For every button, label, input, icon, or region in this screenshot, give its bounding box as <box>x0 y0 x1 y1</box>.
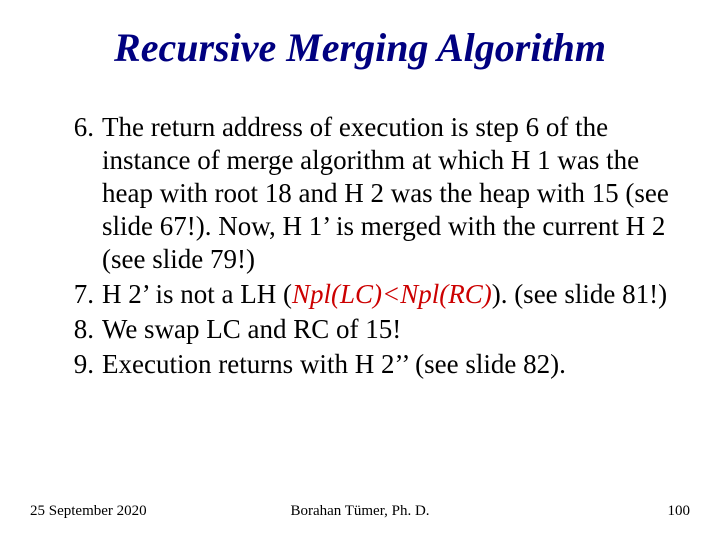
slide-body: The return address of execution is step … <box>0 81 720 381</box>
footer: 25 September 2020 Borahan Tümer, Ph. D. … <box>0 503 720 520</box>
list-item-text: We swap LC and RC of 15! <box>102 314 401 344</box>
slide-title: Recursive Merging Algorithm <box>0 0 720 81</box>
list-item-text-post: ). (see slide 81!) <box>492 279 667 309</box>
list-item: H 2’ is not a LH (Npl(LC)<Npl(RC)). (see… <box>102 278 680 311</box>
footer-date: 25 September 2020 <box>30 503 250 520</box>
list-item-text: The return address of execution is step … <box>102 112 669 274</box>
list-item-text: Execution returns with H 2’’ (see slide … <box>102 349 566 379</box>
list-item-text-red: Npl(LC)<Npl(RC) <box>292 279 492 309</box>
footer-page-number: 100 <box>470 503 690 520</box>
list-item: Execution returns with H 2’’ (see slide … <box>102 348 680 381</box>
footer-author: Borahan Tümer, Ph. D. <box>250 503 470 520</box>
numbered-list: The return address of execution is step … <box>40 111 680 381</box>
list-item-text-pre: H 2’ is not a LH ( <box>102 279 292 309</box>
list-item: We swap LC and RC of 15! <box>102 313 680 346</box>
slide: Recursive Merging Algorithm The return a… <box>0 0 720 540</box>
list-item: The return address of execution is step … <box>102 111 680 276</box>
